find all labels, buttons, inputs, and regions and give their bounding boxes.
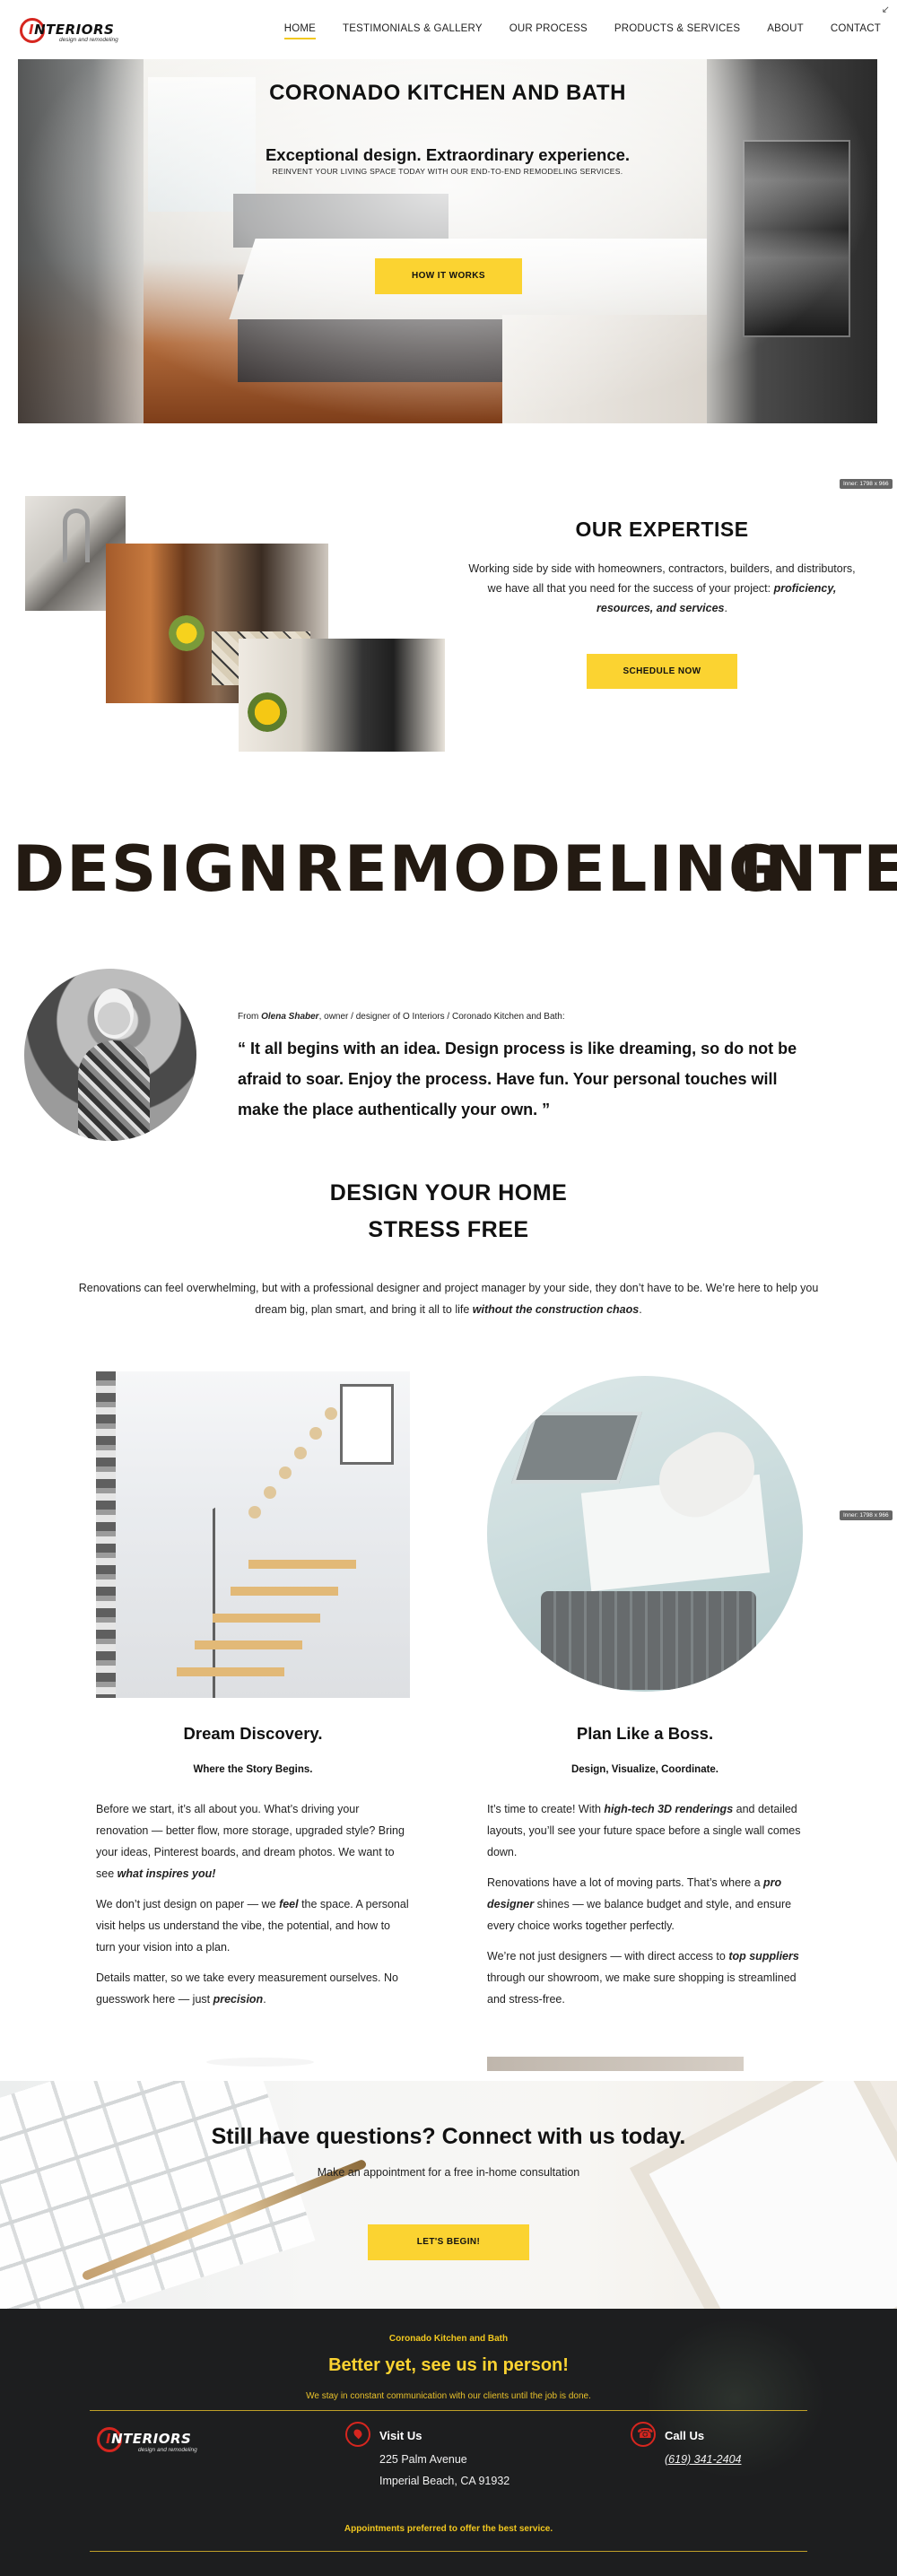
plan-like-a-boss-paragraph: Renovations have a lot of moving parts. … <box>487 1876 792 1932</box>
phone-link[interactable]: (619) 341-2404 <box>665 2453 741 2466</box>
marquee-item-remodeling: REMODELING <box>294 832 782 906</box>
questions-subtitle: Make an appointment for a free in-home c… <box>317 2166 580 2179</box>
how-it-works-button[interactable]: HOW IT WORKS <box>375 258 522 294</box>
footer-note: We stay in constant communication with o… <box>306 2391 591 2401</box>
phone-icon <box>631 2422 656 2447</box>
plan-like-a-boss-paragraph: It’s time to create! With high-tech 3D r… <box>487 1803 801 1858</box>
quote-attribution: From Olena Shaber, owner / designer of O… <box>238 1012 565 1022</box>
plan-like-a-boss-paragraph: We’re not just designers — with direct a… <box>487 1950 799 2006</box>
stress-free-text: Renovations can feel overwhelming, but w… <box>78 1282 819 1316</box>
site-header: INTERIORS design and remodeling HOME TES… <box>0 0 897 57</box>
designer-portrait <box>24 969 196 1141</box>
notebook-image <box>649 2081 897 2309</box>
stress-free-title: DESIGN YOUR HOME STRESS FREE <box>329 1180 568 1242</box>
footer-divider <box>90 2410 807 2411</box>
footer-company-name: Coronado Kitchen and Bath <box>388 2334 509 2344</box>
schedule-now-button[interactable]: SCHEDULE NOW <box>587 654 737 689</box>
dream-discovery-heading: Dream Discovery. <box>183 1724 323 1743</box>
expertise-text: Working side by side with homeowners, co… <box>468 562 856 614</box>
questions-section: Still have questions? Connect with us to… <box>0 2081 897 2309</box>
nav-our-process[interactable]: OUR PROCESS <box>509 23 588 39</box>
map-pin-icon <box>345 2422 370 2447</box>
hero-subtitle: Exceptional design. Extraordinary experi… <box>265 145 631 164</box>
dream-discovery-text: Before we start, it’s all about you. Wha… <box>96 1798 410 2019</box>
marquee-item-design: DESIGN <box>13 832 292 906</box>
dream-discovery-subheading: Where the Story Begins. <box>193 1764 313 1775</box>
partial-image-right <box>487 2057 744 2071</box>
nav-about[interactable]: ABOUT <box>767 23 804 39</box>
site-footer: Coronado Kitchen and Bath Better yet, se… <box>0 2309 897 2576</box>
nav-contact[interactable]: CONTACT <box>831 23 881 39</box>
dream-discovery-paragraph: Before we start, it’s all about you. Wha… <box>96 1803 405 1880</box>
questions-title: Still have questions? Connect with us to… <box>211 2124 686 2149</box>
logo-tagline: design and remodeling <box>59 37 118 43</box>
nav-home[interactable]: HOME <box>283 23 317 39</box>
footer-headline: Better yet, see us in person! <box>328 2355 569 2375</box>
appointments-note: Appointments preferred to offer the best… <box>344 2524 553 2534</box>
portrait-figure <box>78 1040 150 1141</box>
site-logo[interactable]: INTERIORS design and remodeling <box>20 16 118 45</box>
logo-wordmark: INTERIORS <box>106 2431 192 2447</box>
address-line-2: Imperial Beach, CA 91932 <box>379 2475 510 2487</box>
image-fade <box>487 1376 803 1692</box>
logo-tagline: design and remodeling <box>138 2447 197 2453</box>
hero-section: CORONADO KITCHEN AND BATH Exceptional de… <box>18 59 877 423</box>
footer-logo[interactable]: INTERIORS design and remodeling <box>97 2425 213 2458</box>
services-marquee: DESIGN REMODELING INTER <box>0 832 897 913</box>
hero-title: CORONADO KITCHEN AND BATH <box>269 81 626 105</box>
logo-wordmark: INTERIORS <box>29 22 115 38</box>
marquee-item-interiors: INTER <box>739 832 897 906</box>
designer-name: Olena Shaber <box>261 1012 319 1022</box>
dream-discovery-paragraph: We don’t just design on paper — we feel … <box>96 1898 409 1954</box>
size-badge: Inner: 1798 x 966 <box>840 479 893 489</box>
nav-testimonials-gallery[interactable]: TESTIMONIALS & GALLERY <box>343 23 483 39</box>
expertise-image-kitchen <box>239 639 445 752</box>
collapse-icon[interactable]: ↙ <box>882 4 890 15</box>
plan-like-a-boss-subheading: Design, Visualize, Coordinate. <box>570 1764 719 1775</box>
main-nav: HOME TESTIMONIALS & GALLERY OUR PROCESS … <box>257 23 881 39</box>
size-badge: Inner: 1798 x 966 <box>840 1510 893 1520</box>
visit-us-heading: Visit Us <box>379 2429 422 2442</box>
partial-image-left <box>206 2058 314 2067</box>
flowers-shape <box>248 692 287 732</box>
plan-like-a-boss-image <box>487 1376 803 1692</box>
keyboard-rows <box>0 2081 316 2309</box>
hero-tagline: REINVENT YOUR LIVING SPACE TODAY WITH OU… <box>272 167 623 176</box>
flowers-shape <box>169 615 205 651</box>
portrait-head <box>94 988 134 1039</box>
call-us-heading: Call Us <box>665 2429 705 2442</box>
nav-products-services[interactable]: PRODUCTS & SERVICES <box>614 23 740 39</box>
hero-overlay <box>18 59 877 423</box>
plan-like-a-boss-heading: Plan Like a Boss. <box>576 1724 714 1743</box>
lets-begin-button[interactable]: LET'S BEGIN! <box>368 2224 529 2260</box>
image-fade <box>96 1371 410 1698</box>
stress-free-emphasis: without the construction chaos <box>472 1303 640 1316</box>
plan-like-a-boss-text: It’s time to create! With high-tech 3D r… <box>487 1798 803 2019</box>
dream-discovery-image <box>96 1371 410 1698</box>
designer-quote: “ It all begins with an idea. Design pro… <box>238 1040 797 1118</box>
footer-divider <box>90 2551 807 2552</box>
expertise-title: OUR EXPERTISE <box>575 518 749 541</box>
dream-discovery-paragraph: Details matter, so we take every measure… <box>96 1971 398 2006</box>
faucet-shape <box>63 509 90 562</box>
address-line-1: 225 Palm Avenue <box>379 2453 467 2466</box>
